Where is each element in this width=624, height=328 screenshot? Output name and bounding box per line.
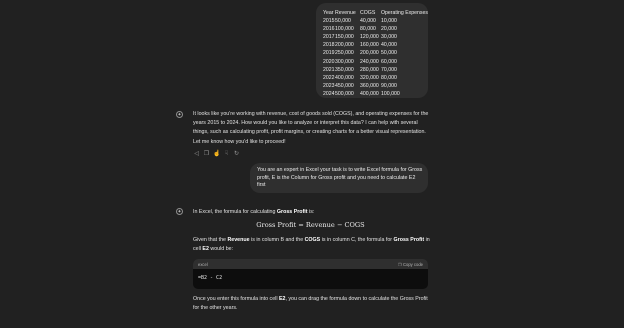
text-fragment: is in column C, the formula for (320, 237, 394, 243)
bold-fragment: Gross Profit (276, 209, 308, 215)
table-cell: 80,000 (381, 74, 397, 81)
code-block: excel ❐ Copy code =B2 - C2 (193, 259, 428, 289)
assistant-outro: Once you enter this formula into cell E2… (193, 295, 433, 313)
table-cell: 500,000 (335, 90, 354, 97)
text-fragment: In Excel, the formula for calculating (193, 209, 277, 215)
bold-fragment: COGS (304, 237, 321, 243)
table-cell: 50,000 (381, 50, 397, 57)
data-table: Year Revenue COGS Operating Expenses 201… (323, 9, 429, 98)
user-message-question: You are an expert in Excel your task is … (250, 163, 428, 193)
code-header: excel ❐ Copy code (193, 259, 428, 269)
assistant-avatar-icon: ✦ (176, 208, 183, 215)
table-cell: 300,000 (335, 58, 354, 65)
table-cell: 320,000 (360, 74, 379, 81)
assistant-avatar-icon: ✦ (176, 111, 183, 118)
table-cell: 120,000 (360, 34, 379, 41)
table-cell: 2022 (323, 74, 335, 81)
table-header-row: Year Revenue COGS Operating Expenses (323, 9, 429, 17)
assistant-given: Given that the Revenue is in column B an… (193, 236, 433, 254)
text-fragment: Once you enter this formula into cell (193, 296, 279, 302)
table-row: 2021 350,000 280,000 70,000 (323, 66, 409, 74)
table-header-cell: Year (323, 10, 334, 16)
table-cell: 2024 (323, 90, 335, 97)
copy-code-label: Copy code (402, 261, 423, 267)
table-cell: 400,000 (335, 74, 354, 81)
table-cell: 400,000 (360, 90, 379, 97)
table-row: 2019 250,000 200,000 50,000 (323, 49, 409, 57)
table-header-cell: COGS (360, 10, 376, 16)
table-cell: 200,000 (335, 42, 354, 49)
bold-fragment: Gross Profit (393, 237, 425, 243)
user-question-text: You are an expert in Excel your task is … (257, 167, 423, 189)
table-row: 2018 200,000 160,000 40,000 (323, 41, 409, 49)
table-row: 2020 300,000 240,000 60,000 (323, 58, 409, 66)
code-language: excel (198, 261, 208, 267)
table-cell: 200,000 (360, 50, 379, 57)
table-row: 2024 500,000 400,000 100,000 (323, 90, 409, 98)
table-cell: 2017 (323, 34, 335, 41)
table-cell: 100,000 (335, 26, 354, 33)
user-message-table: Year Revenue COGS Operating Expenses 201… (316, 3, 428, 98)
table-cell: 60,000 (381, 58, 397, 65)
table-cell: 40,000 (381, 42, 397, 49)
table-cell: 2023 (323, 82, 335, 89)
table-cell: 2020 (323, 58, 335, 65)
thumbs-down-icon[interactable]: ☟ (223, 151, 230, 158)
table-cell: 40,000 (360, 18, 376, 25)
assistant-intro: In Excel, the formula for calculating Gr… (193, 208, 433, 217)
speaker-icon[interactable]: ◁ (193, 151, 200, 158)
assistant-message-1: It looks like you're working with revenu… (193, 111, 429, 145)
table-cell: 50,000 (335, 18, 351, 25)
table-cell: 2019 (323, 50, 335, 57)
table-cell: 250,000 (335, 50, 354, 57)
table-row: 2015 50,000 40,000 10,000 (323, 17, 409, 25)
table-header-cell: Operating Expenses (381, 10, 429, 16)
table-cell: 20,000 (381, 26, 397, 33)
table-cell: 70,000 (381, 66, 397, 73)
text-fragment: would be: (208, 246, 234, 253)
text-fragment: is in column B and the (249, 237, 305, 243)
copy-icon[interactable]: ❐ (203, 151, 210, 158)
thumbs-up-icon[interactable]: ☝ (213, 151, 220, 158)
table-cell: 2018 (323, 42, 335, 49)
message-actions: ◁ ❐ ☝ ☟ ↻ (193, 151, 240, 158)
table-row: 2022 400,000 320,000 80,000 (323, 74, 409, 82)
table-cell: 240,000 (360, 58, 379, 65)
table-cell: 350,000 (335, 66, 354, 73)
table-cell: 30,000 (381, 34, 397, 41)
table-cell: 2015 (323, 18, 335, 25)
table-row: 2017 150,000 120,000 30,000 (323, 33, 409, 41)
table-row: 2023 450,000 360,000 90,000 (323, 82, 409, 90)
table-cell: 150,000 (335, 34, 354, 41)
table-header-cell: Revenue (335, 10, 356, 16)
table-cell: 160,000 (360, 42, 379, 49)
text-fragment: Given that the (193, 237, 228, 243)
table-cell: 360,000 (360, 82, 379, 89)
table-cell: 10,000 (381, 18, 397, 25)
table-cell: 280,000 (360, 66, 379, 73)
table-cell: 90,000 (381, 82, 397, 89)
table-cell: 100,000 (381, 90, 400, 97)
table-row: 2016 100,000 80,000 20,000 (323, 25, 409, 33)
code-content: =B2 - C2 (198, 275, 223, 281)
table-cell: 80,000 (360, 26, 376, 33)
text-fragment: is: (307, 209, 315, 215)
table-cell: 2021 (323, 66, 335, 73)
regenerate-icon[interactable]: ↻ (233, 151, 240, 158)
table-cell: 2016 (323, 26, 335, 33)
table-cell: 450,000 (335, 82, 354, 89)
bold-fragment: Revenue (227, 237, 250, 243)
copy-code-button[interactable]: ❐ Copy code (398, 262, 423, 267)
formula-display: Gross Profit = Revenue − COGS (256, 221, 365, 229)
